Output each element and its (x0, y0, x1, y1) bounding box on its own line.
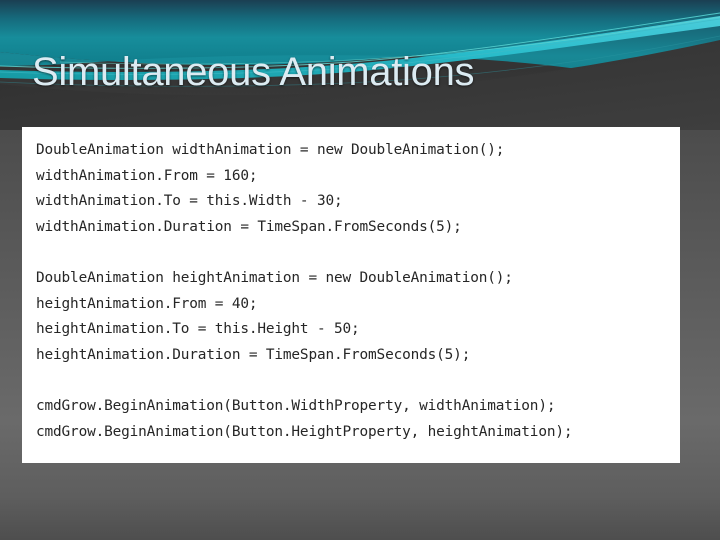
code-line: DoubleAnimation widthAnimation = new Dou… (36, 142, 505, 158)
code-line: widthAnimation.From = 160; (36, 167, 258, 184)
code-line: widthAnimation.To = this.Width - 30; (36, 193, 343, 210)
code-line: cmdGrow.BeginAnimation(Button.HeightProp… (36, 423, 573, 440)
code-line: widthAnimation.Duration = TimeSpan.FromS… (36, 218, 462, 235)
slide-title: Simultaneous Animations (32, 50, 475, 94)
presentation-slide: Simultaneous Animations DoubleAnimation … (0, 0, 720, 540)
code-line: cmdGrow.BeginAnimation(Button.WidthPrope… (36, 397, 556, 414)
code-panel: DoubleAnimation widthAnimation = new Dou… (22, 127, 680, 463)
code-line: DoubleAnimation heightAnimation = new Do… (36, 269, 513, 286)
code-line: heightAnimation.From = 40; (36, 295, 258, 312)
code-line: heightAnimation.Duration = TimeSpan.From… (36, 346, 471, 363)
code-line: heightAnimation.To = this.Height - 50; (36, 321, 360, 338)
code-listing: DoubleAnimation widthAnimation = new Dou… (36, 138, 680, 445)
